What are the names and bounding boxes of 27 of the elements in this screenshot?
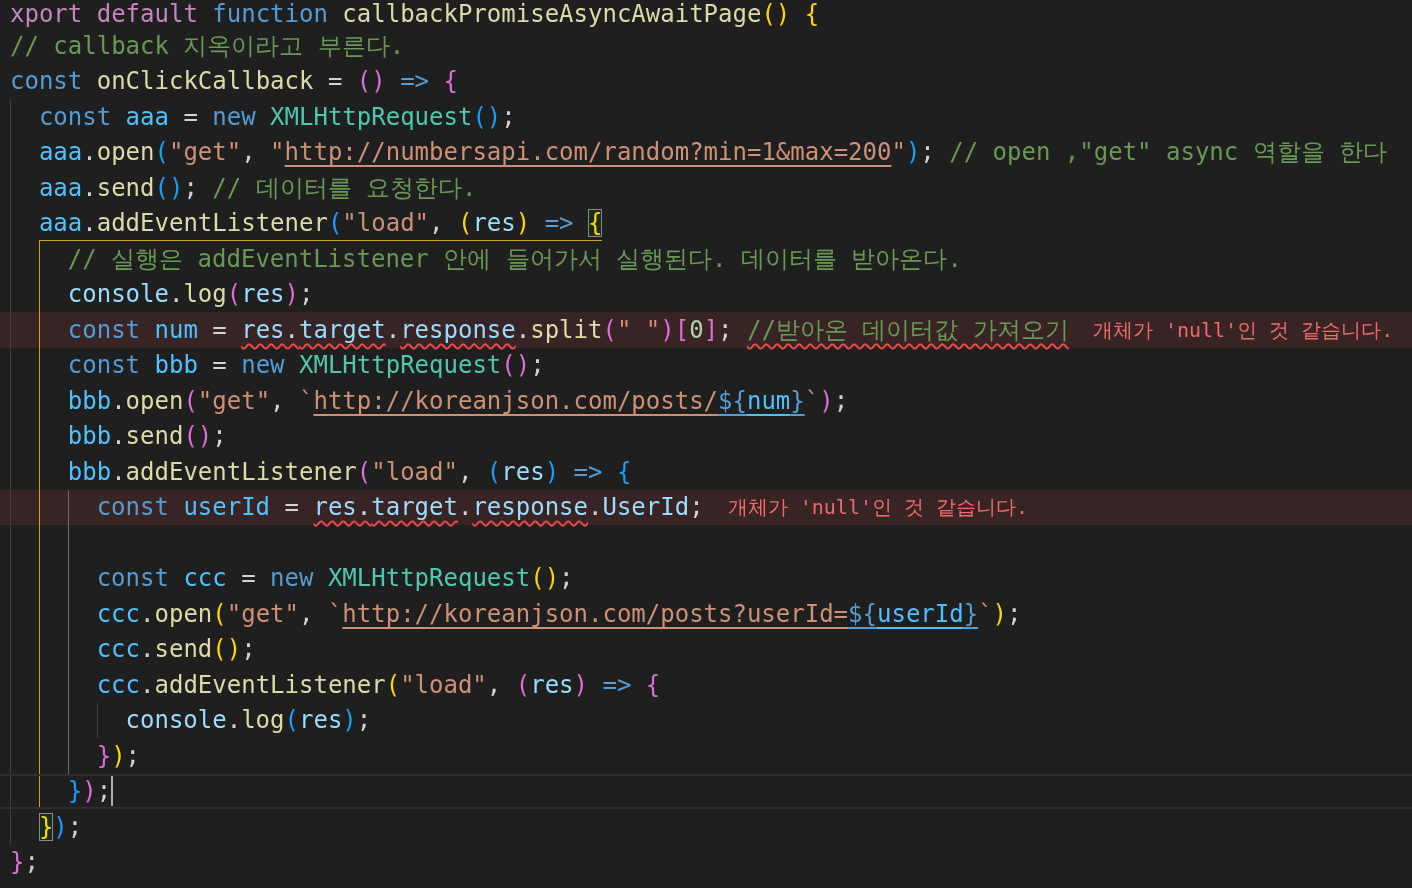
- error-message: 개체가 'null'인 것 같습니다.: [1092, 316, 1394, 344]
- text-cursor: [111, 776, 114, 807]
- code-line: xport default function callbackPromiseAsyncAwaitPage() {: [10, 0, 820, 29]
- code-line: ccc.open("get", `http://koreanjson.com/posts?userId=${userId}`);: [96, 598, 1022, 629]
- code-line: bbb.addEventListener("load", (res) => {: [67, 456, 632, 487]
- code-line: console.log(res);: [67, 279, 314, 310]
- code-line: bbb.send();: [67, 421, 227, 452]
- error-message: 개체가 'null'인 것 같습니다.: [727, 494, 1029, 522]
- code-line: bbb.open("get", `http://koreanjson.com/posts/${num}`);: [67, 385, 849, 416]
- code-line: });: [38, 811, 83, 842]
- code-line: });: [67, 776, 112, 807]
- code-line: // callback 지옥이라고 부른다.: [10, 30, 405, 61]
- code-line: aaa.addEventListener("load", (res) => {: [38, 205, 603, 241]
- code-line: const userId = res.target.response.UserId;: [96, 492, 704, 523]
- code-line: const bbb = new XMLHttpRequest();: [67, 350, 545, 381]
- code-line: });: [96, 740, 141, 771]
- code-line: const onClickCallback = () => {: [10, 66, 458, 97]
- code-line: aaa.open("get", "http://numbersapi.com/random?min=1&max=200"); // open ,"get" async 역할을 한다: [38, 137, 1388, 168]
- code-line: ccc.addEventListener("load", (res) => {: [96, 669, 661, 700]
- code-line: const aaa = new XMLHttpRequest();: [38, 101, 516, 132]
- code-line: aaa.send(); // 데이터를 요청한다.: [38, 172, 477, 203]
- code-line: };: [10, 847, 39, 878]
- code-line: console.log(res);: [125, 705, 372, 736]
- code-line: const ccc = new XMLHttpRequest();: [96, 563, 574, 594]
- code-line: // 실행은 addEventListener 안에 들어가서 실행된다. 데이터를 받아온다.: [67, 243, 962, 274]
- code-line: const num = res.target.response.split(" ")[0]; //받아온 데이터값 가져오기: [67, 314, 1069, 345]
- code-line: ccc.send();: [96, 634, 256, 665]
